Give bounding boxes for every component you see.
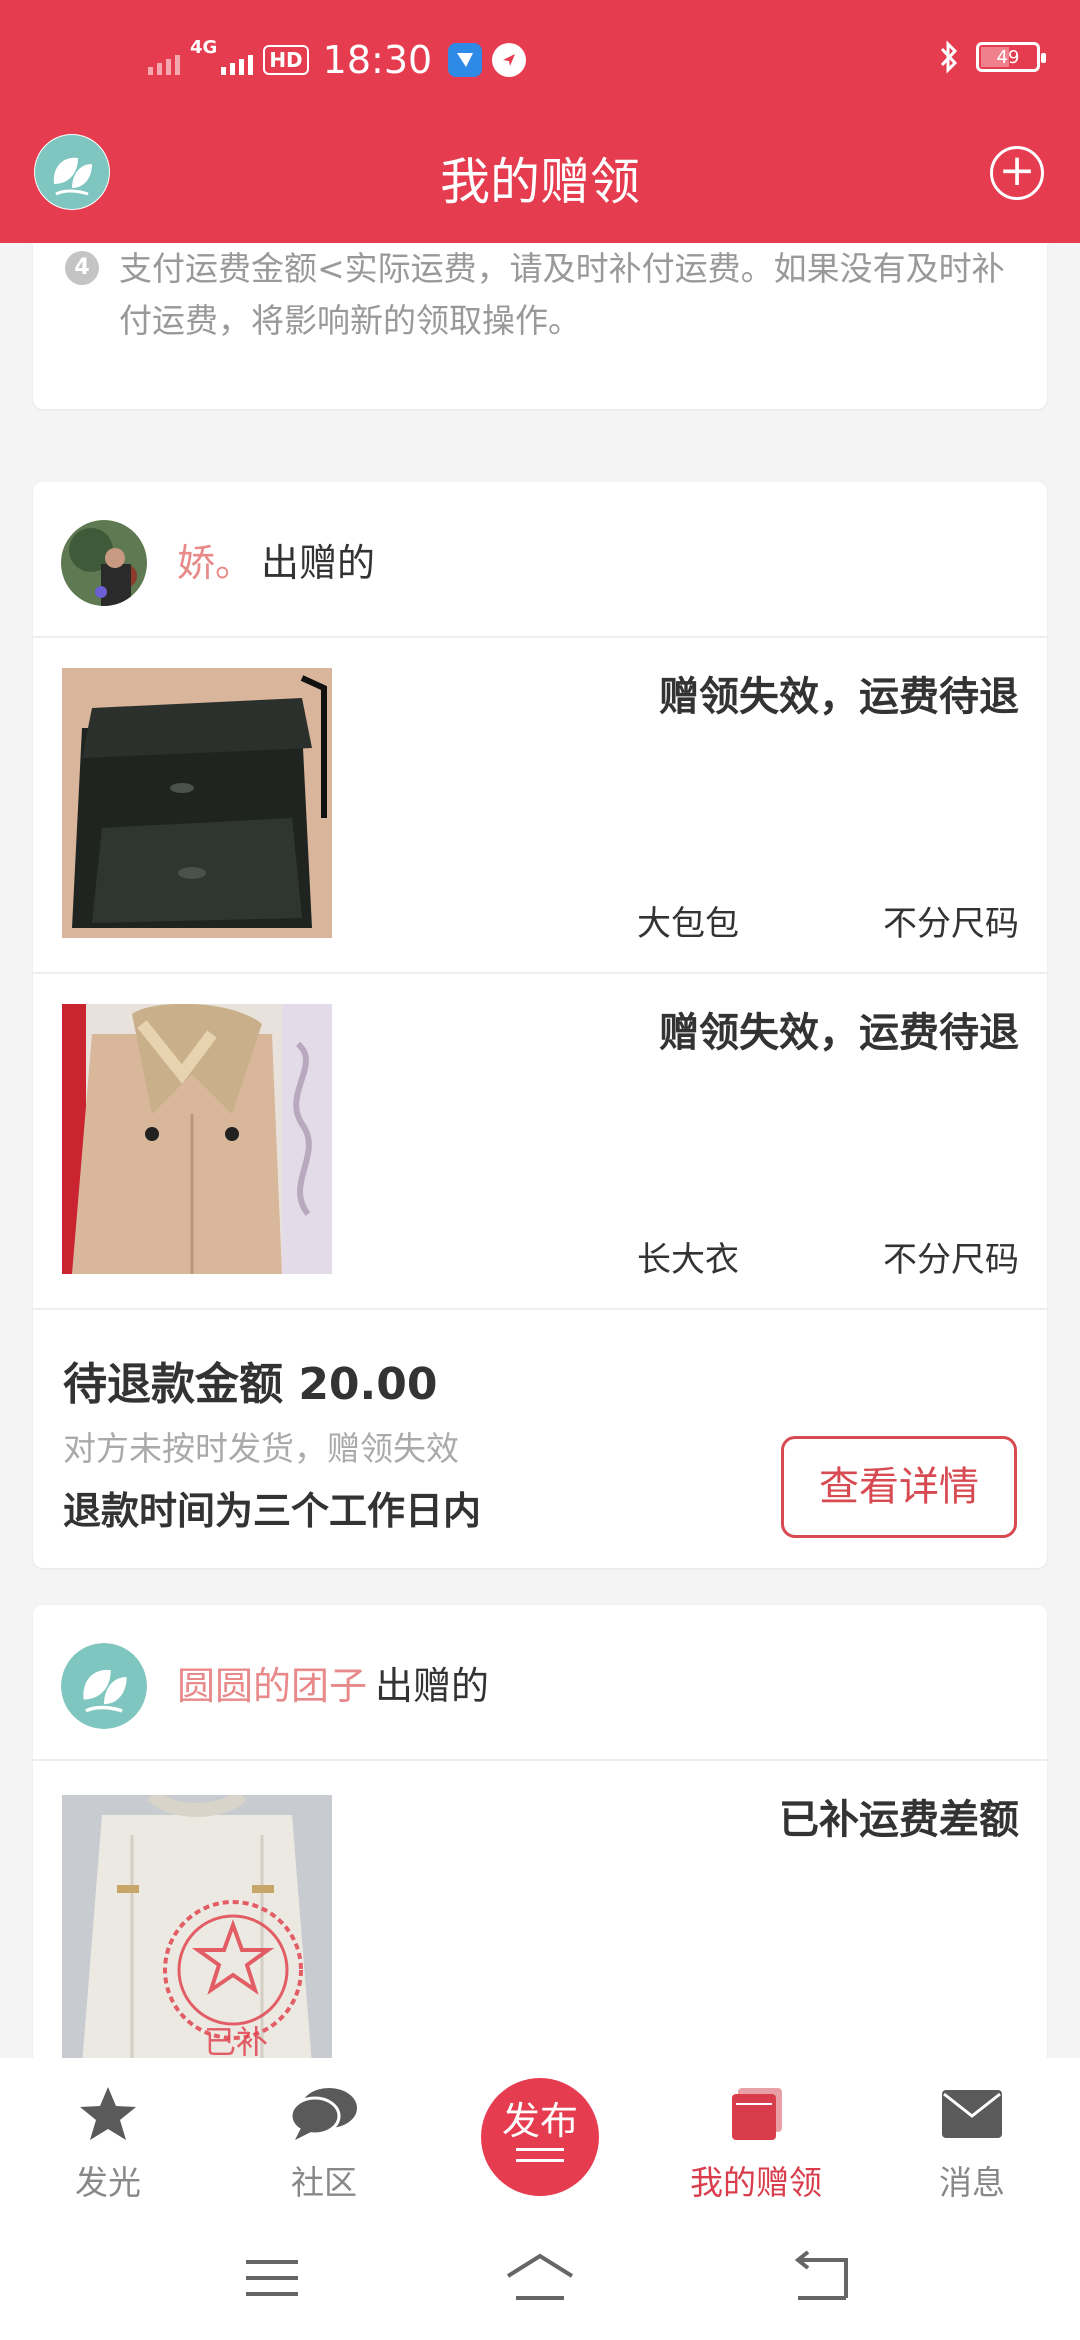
notice-text: 支付运费金额<实际运费，请及时补付运费。如果没有及时补付运费，将影响新的领取操作… xyxy=(119,249,1005,340)
notice-number-badge: 4 xyxy=(65,251,99,285)
item-status: 赠领失效，运费待退 xyxy=(659,1010,1019,1056)
mail-icon xyxy=(942,2090,1002,2138)
nav-label: 社区 xyxy=(291,2163,357,2202)
refund-reason: 对方未按时发货，赠领失效 xyxy=(63,1429,459,1468)
donor-name[interactable]: 娇。 xyxy=(177,541,253,585)
signal-sim2-icon xyxy=(221,45,254,75)
back-icon[interactable] xyxy=(782,2248,862,2308)
nav-item-glow[interactable]: 发光 xyxy=(28,2080,188,2204)
network-type: 4G xyxy=(190,37,218,58)
recent-apps-icon[interactable] xyxy=(232,2248,312,2308)
item-thumbnail xyxy=(62,668,332,938)
location-notification-icon xyxy=(492,43,527,77)
item-name: 长大衣 xyxy=(637,1240,739,1280)
item-row[interactable]: 赠领失效，运费待退 长大衣 不分尺码 xyxy=(33,974,1047,1310)
add-button[interactable]: + xyxy=(990,146,1044,200)
cards-icon xyxy=(732,2088,782,2140)
item-status: 已补运费差额 xyxy=(779,1797,1019,1843)
nav-label: 我的赠领 xyxy=(690,2163,822,2202)
order-card: 娇。 出赠的 赠领失效，运费待退 大包包 不分尺码 赠领失效，运费待退 长大衣 … xyxy=(33,482,1047,1568)
refund-amount: 待退款金额 20.00 xyxy=(63,1359,438,1410)
refund-time: 退款时间为三个工作日内 xyxy=(63,1489,482,1533)
donor-row[interactable]: 圆圆的团子 出赠的 xyxy=(33,1605,1047,1761)
donor-avatar[interactable] xyxy=(61,1643,147,1729)
leaf-logo-icon xyxy=(61,1643,147,1729)
donor-suffix: 出赠的 xyxy=(261,541,376,585)
star-icon xyxy=(80,2087,136,2140)
item-status: 赠领失效，运费待退 xyxy=(659,674,1019,720)
nav-item-messages[interactable]: 消息 xyxy=(892,2080,1052,2204)
app-header: 4G HD 18:30 49 我的赠领 + xyxy=(0,0,1080,243)
app-notification-icon xyxy=(448,43,483,77)
chat-bubble-icon xyxy=(289,2088,357,2140)
publish-button[interactable]: 发布 xyxy=(481,2078,599,2196)
order-card: 圆圆的团子出赠的 已补 已补运费差额 棉服 xyxy=(33,1605,1047,2105)
title-bar: 我的赠领 + xyxy=(0,120,1080,243)
signal-sim1-icon xyxy=(148,45,180,75)
donor-label: 娇。 出赠的 xyxy=(177,532,375,587)
refund-summary: 待退款金额 20.00 对方未按时发货，赠领失效 退款时间为三个工作日内 查看详… xyxy=(33,1310,1047,1568)
item-name: 大包包 xyxy=(637,904,739,944)
hd-badge: HD xyxy=(263,45,309,75)
item-row[interactable]: 赠领失效，运费待退 大包包 不分尺码 xyxy=(33,638,1047,974)
item-row[interactable]: 已补 已补运费差额 棉服 xyxy=(33,1761,1047,2105)
page-title: 我的赠领 xyxy=(440,153,640,211)
donor-avatar[interactable] xyxy=(61,520,147,606)
status-bar: 4G HD 18:30 49 xyxy=(0,0,1080,120)
notice-card: 4 支付运费金额<实际运费，请及时补付运费。如果没有及时补付运费，将影响新的领取… xyxy=(33,243,1047,409)
battery-percent: 49 xyxy=(996,46,1020,68)
home-icon[interactable] xyxy=(500,2248,580,2308)
nav-label: 消息 xyxy=(939,2163,1005,2202)
donor-name[interactable]: 圆圆的团子 xyxy=(177,1664,367,1708)
item-size: 不分尺码 xyxy=(883,904,1019,944)
menu-icon xyxy=(516,2148,564,2162)
donor-row[interactable]: 娇。 出赠的 xyxy=(33,482,1047,638)
donor-suffix: 出赠的 xyxy=(375,1664,490,1708)
stamp-label: 已补 xyxy=(204,2023,269,2061)
item-thumbnail: 已补 xyxy=(62,1795,332,2065)
nav-label: 发光 xyxy=(75,2163,141,2202)
bluetooth-icon xyxy=(940,40,958,74)
system-nav-bar xyxy=(0,2218,1080,2340)
status-left: 4G HD 18:30 xyxy=(148,37,527,82)
nav-item-community[interactable]: 社区 xyxy=(244,2080,404,2204)
donor-label: 圆圆的团子 出赠的 xyxy=(177,1655,489,1710)
publish-label: 发布 xyxy=(501,2099,578,2143)
item-size: 不分尺码 xyxy=(883,1240,1019,1280)
status-time: 18:30 xyxy=(322,38,433,82)
status-right: 49 xyxy=(938,40,1046,74)
nav-item-my-gifts[interactable]: 我的赠领 xyxy=(676,2080,836,2204)
view-details-button[interactable]: 查看详情 xyxy=(781,1436,1017,1538)
bottom-nav: 发光 社区 发布 我的赠领 消息 xyxy=(0,2058,1080,2218)
battery-icon: 49 xyxy=(976,42,1046,72)
item-thumbnail xyxy=(62,1004,332,1274)
